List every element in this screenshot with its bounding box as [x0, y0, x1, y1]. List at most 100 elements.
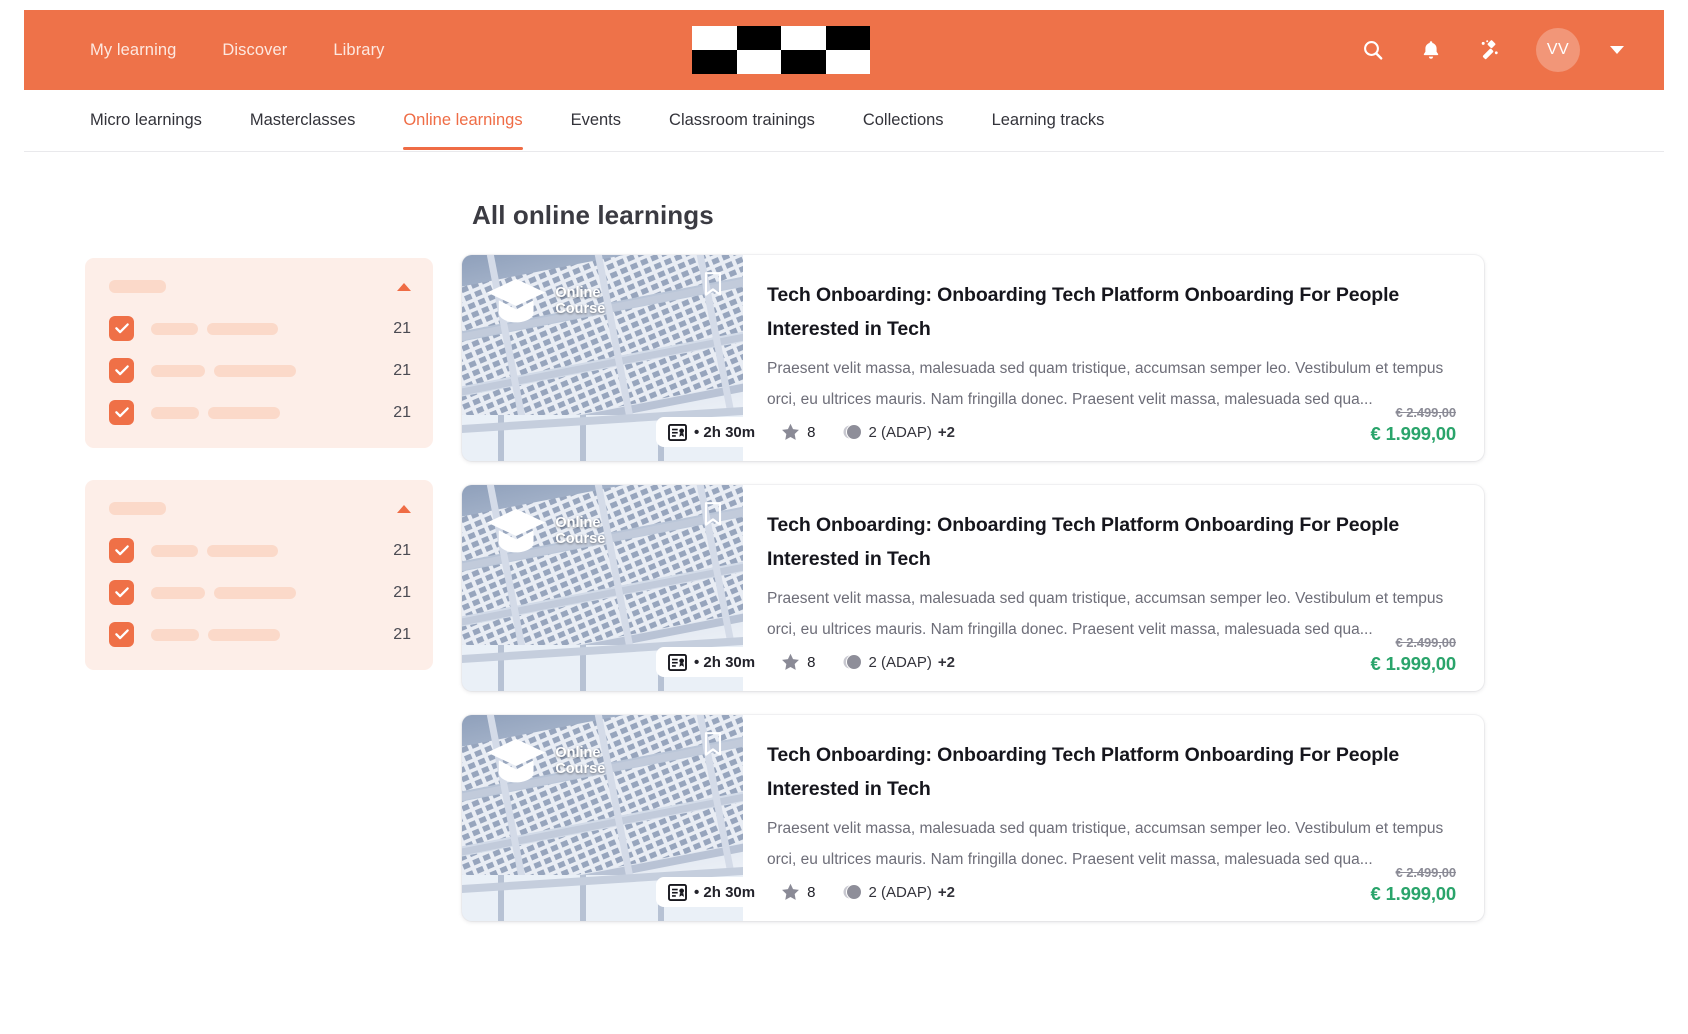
filter-option-row[interactable]: 21: [109, 357, 411, 384]
tab-micro-learnings[interactable]: Micro learnings: [90, 90, 202, 149]
course-audience: 2 (ADAP) +2: [841, 653, 955, 671]
filter-count: 21: [393, 625, 411, 643]
search-icon[interactable]: [1358, 35, 1388, 65]
graduation-cap-icon: [487, 278, 546, 323]
course-title[interactable]: Tech Onboarding: Onboarding Tech Platfor…: [767, 739, 1456, 806]
course-pricing: € 2.499,00 € 1.999,00: [1370, 405, 1457, 445]
course-type-badge: Online Course: [484, 505, 607, 558]
course-price-current: € 1.999,00: [1370, 883, 1457, 904]
filter-option-row[interactable]: 21: [109, 399, 411, 426]
checkerboard-logo-icon: [692, 26, 870, 74]
course-audience-extra: +2: [937, 653, 955, 671]
skeleton-bar: [208, 406, 280, 419]
skeleton-bar: [214, 586, 296, 599]
skeleton-bar: [214, 364, 296, 377]
course-description: Praesent velit massa, malesuada sed quam…: [767, 360, 1444, 408]
certificate-icon: [668, 653, 687, 671]
course-type-label: Online Course: [555, 745, 606, 778]
filter-option-row[interactable]: 21: [109, 579, 411, 606]
caret-up-icon[interactable]: [397, 282, 411, 291]
nav-item-library[interactable]: Library: [333, 41, 384, 60]
course-card-body: Tech Onboarding: Onboarding Tech Platfor…: [656, 255, 1484, 461]
filter-label-placeholder: [151, 586, 296, 599]
filter-group-header[interactable]: [109, 280, 411, 293]
audience-avatar-icon: [846, 884, 863, 900]
course-description: Praesent velit massa, malesuada sed quam…: [767, 820, 1444, 868]
course-price-original: € 2.499,00: [1395, 635, 1457, 650]
filter-count: 21: [393, 403, 411, 421]
course-card[interactable]: Online Course Tech Onboarding: Onboardin…: [462, 255, 1484, 461]
course-duration-label: • 2h 30m: [694, 883, 756, 901]
filter-option-row[interactable]: 21: [109, 621, 411, 648]
filter-group: 21 21 21: [85, 480, 433, 670]
tab-learning-tracks[interactable]: Learning tracks: [992, 90, 1105, 149]
course-audience-label: 2 (ADAP): [868, 883, 932, 901]
user-avatar[interactable]: VV: [1536, 28, 1580, 72]
app-root: My learning Discover Library VV Micro le…: [0, 0, 1688, 1034]
filter-checkbox[interactable]: [109, 580, 134, 605]
course-description: Praesent velit massa, malesuada sed quam…: [767, 590, 1444, 638]
nav-item-my-learning[interactable]: My learning: [90, 41, 176, 60]
filter-checkbox[interactable]: [109, 400, 134, 425]
filter-checkbox[interactable]: [109, 538, 134, 563]
filter-label-placeholder: [151, 364, 296, 377]
course-type-badge: Online Course: [484, 735, 607, 788]
course-type-label: Online Course: [555, 285, 606, 318]
nav-item-discover[interactable]: Discover: [222, 41, 287, 60]
skeleton-bar: [208, 628, 280, 641]
filter-count: 21: [393, 583, 411, 601]
course-price-current: € 1.999,00: [1370, 653, 1457, 674]
course-list: Online Course Tech Onboarding: Onboardin…: [462, 255, 1484, 945]
caret-up-icon[interactable]: [397, 504, 411, 513]
course-price-current: € 1.999,00: [1370, 423, 1457, 444]
course-duration-label: • 2h 30m: [694, 653, 756, 671]
filter-checkbox[interactable]: [109, 358, 134, 383]
course-card-body: Tech Onboarding: Onboarding Tech Platfor…: [656, 715, 1484, 921]
course-meta-row: • 2h 30m 8 2 (ADAP) +2: [656, 647, 965, 677]
tab-masterclasses[interactable]: Masterclasses: [250, 90, 355, 149]
audience-avatar-icon: [846, 654, 863, 670]
bookmark-icon[interactable]: [703, 731, 723, 757]
course-rating: 8: [781, 653, 815, 671]
course-title[interactable]: Tech Onboarding: Onboarding Tech Platfor…: [767, 279, 1456, 346]
skeleton-bar: [151, 364, 205, 377]
filter-group-title-placeholder: [109, 280, 166, 293]
app-logo[interactable]: [692, 26, 870, 74]
star-icon: [782, 423, 800, 440]
filter-checkbox[interactable]: [109, 622, 134, 647]
tab-classroom-trainings[interactable]: Classroom trainings: [669, 90, 815, 149]
bell-icon[interactable]: [1416, 35, 1446, 65]
course-audience-label: 2 (ADAP): [868, 653, 932, 671]
course-price-original: € 2.499,00: [1395, 405, 1457, 420]
course-rating: 8: [781, 423, 815, 441]
course-card[interactable]: Online Course Tech Onboarding: Onboardin…: [462, 715, 1484, 921]
magic-wand-icon[interactable]: [1474, 35, 1504, 65]
filter-option-row[interactable]: 21: [109, 315, 411, 342]
audience-avatar-icon: [846, 424, 863, 440]
course-audience-extra: +2: [937, 423, 955, 441]
course-pricing: € 2.499,00 € 1.999,00: [1370, 865, 1457, 905]
avatar-initials: VV: [1546, 41, 1570, 58]
course-audience: 2 (ADAP) +2: [841, 883, 955, 901]
tab-events[interactable]: Events: [571, 90, 621, 149]
chevron-down-icon[interactable]: [1610, 46, 1624, 54]
course-meta-row: • 2h 30m 8 2 (ADAP) +2: [656, 877, 965, 907]
skeleton-bar: [207, 322, 278, 335]
graduation-cap-icon: [487, 738, 546, 783]
filter-option-row[interactable]: 21: [109, 537, 411, 564]
bookmark-icon[interactable]: [703, 271, 723, 297]
tab-collections[interactable]: Collections: [863, 90, 944, 149]
course-type-badge: Online Course: [484, 275, 607, 328]
filter-group: 21 21 21: [85, 258, 433, 448]
course-card[interactable]: Online Course Tech Onboarding: Onboardin…: [462, 485, 1484, 691]
course-duration: • 2h 30m: [668, 423, 755, 441]
course-rating-value: 8: [807, 883, 816, 901]
filter-group-header[interactable]: [109, 502, 411, 515]
bookmark-icon[interactable]: [703, 501, 723, 527]
tab-online-learnings[interactable]: Online learnings: [403, 90, 523, 150]
course-meta-row: • 2h 30m 8 2 (ADAP) +2: [656, 417, 965, 447]
primary-nav: My learning Discover Library: [90, 41, 385, 60]
course-card-body: Tech Onboarding: Onboarding Tech Platfor…: [656, 485, 1484, 691]
course-title[interactable]: Tech Onboarding: Onboarding Tech Platfor…: [767, 509, 1456, 576]
filter-checkbox[interactable]: [109, 316, 134, 341]
